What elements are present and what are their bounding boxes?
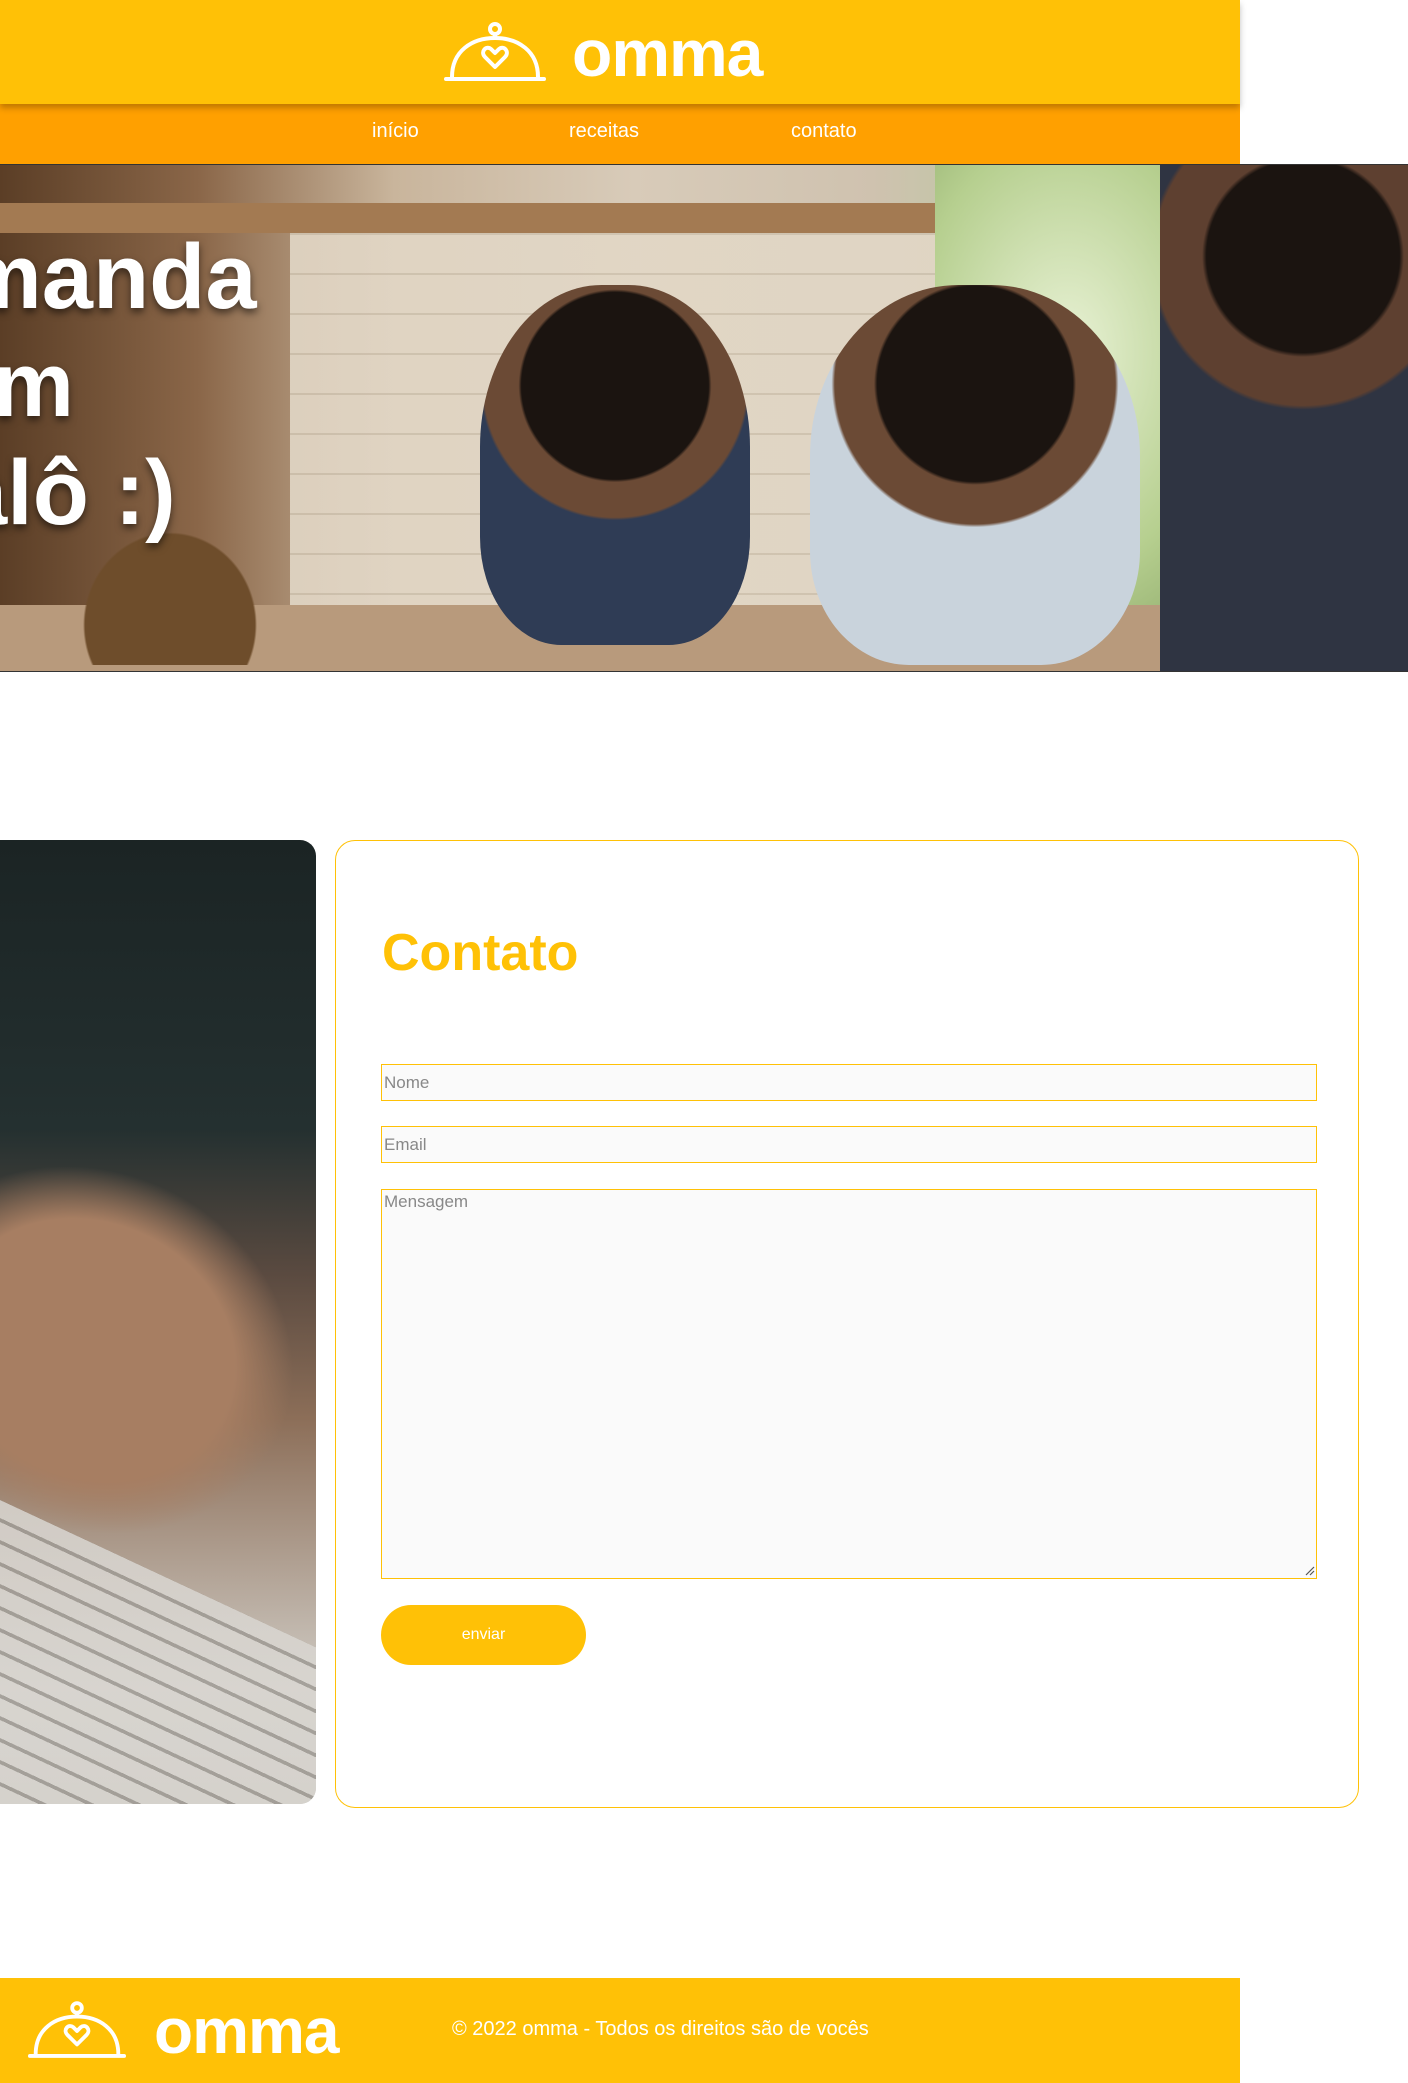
hero-line-2: um — [0, 334, 74, 436]
name-input[interactable] — [381, 1064, 1317, 1101]
cloche-heart-icon — [28, 2001, 126, 2058]
hero-banner: manda um alô :) — [0, 164, 1408, 672]
main-nav: início receitas contato — [0, 104, 1240, 164]
site-header: omma — [0, 0, 1240, 104]
contact-card: Contato enviar — [335, 840, 1359, 1808]
hero-line-3: alô :) — [0, 442, 176, 544]
header-logo[interactable]: omma — [444, 16, 763, 90]
hero-photo-child-left — [480, 285, 750, 645]
hero-headline: manda um alô :) — [0, 223, 257, 547]
nav-item-contato[interactable]: contato — [791, 120, 857, 143]
site-footer: omma © 2022 omma - Todos os direitos são… — [0, 1978, 1240, 2083]
nav-item-inicio[interactable]: início — [372, 120, 419, 143]
nav-item-receitas[interactable]: receitas — [569, 120, 639, 143]
hero-photo-child-right — [810, 285, 1140, 665]
email-input[interactable] — [381, 1126, 1317, 1163]
hero-line-1: manda — [0, 226, 257, 328]
resize-handle-icon[interactable] — [1303, 1564, 1315, 1576]
footer-copyright: © 2022 omma - Todos os direitos são de v… — [452, 2018, 869, 2040]
hero-photo-mother — [1160, 165, 1408, 671]
cloche-heart-icon — [444, 22, 546, 81]
side-photo-keyboard — [0, 1500, 316, 1804]
brand-name: omma — [572, 16, 763, 90]
footer-brand-name: omma — [154, 1995, 339, 2067]
send-button[interactable]: enviar — [381, 1605, 586, 1665]
contact-title: Contato — [382, 924, 579, 982]
footer-logo[interactable]: omma — [28, 1998, 339, 2064]
message-textarea[interactable] — [381, 1189, 1317, 1579]
contact-side-photo — [0, 840, 316, 1804]
